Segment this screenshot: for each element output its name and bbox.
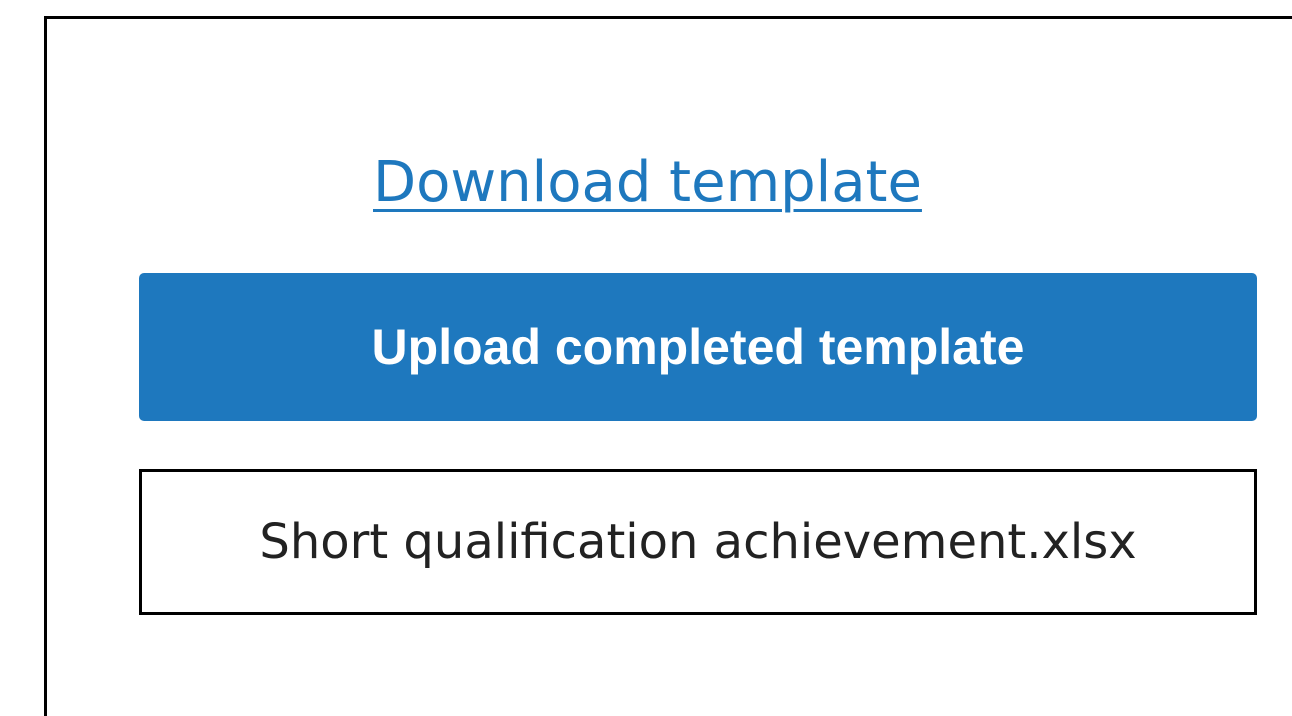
download-template-link[interactable]: Download template (373, 143, 922, 223)
uploaded-file-name: Short qualification achievement.xlsx (139, 469, 1257, 615)
template-panel: Download template Upload completed templ… (44, 16, 1292, 716)
upload-completed-template-button[interactable]: Upload completed template (139, 273, 1257, 421)
